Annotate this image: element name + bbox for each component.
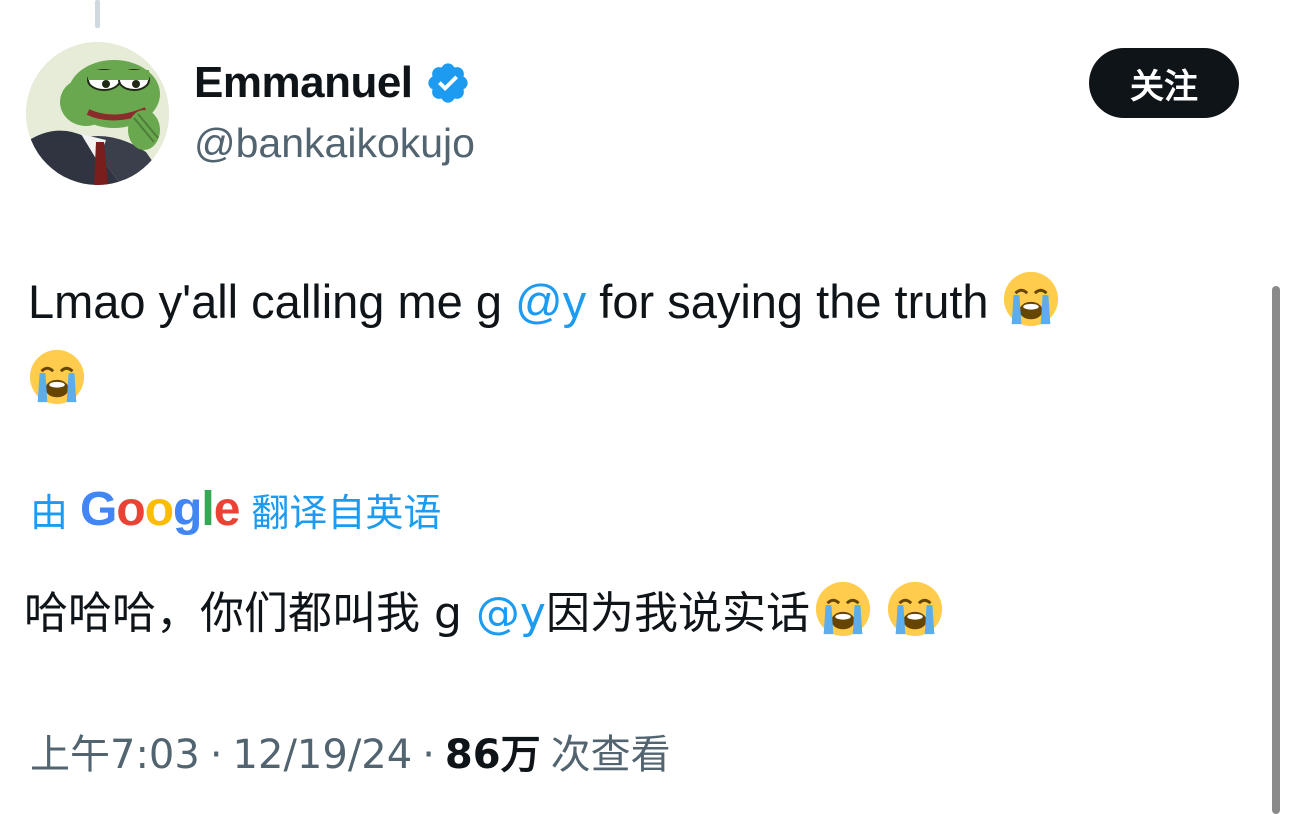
translated-tweet-text: 哈哈哈，你们都叫我 g @y因为我说实话 — [24, 580, 944, 658]
loudly-crying-face-emoji-icon — [1002, 270, 1060, 346]
loudly-crying-face-emoji-icon — [814, 580, 872, 658]
translated-text-part: 因为我说实话 — [545, 588, 810, 639]
scrollbar[interactable] — [1272, 286, 1280, 814]
tweet-text: Lmao y'all calling me g @y for saying th… — [28, 268, 1228, 424]
translated-text-part: 哈哈哈，你们都叫我 g — [24, 588, 476, 639]
pepe-frog-avatar-icon — [26, 42, 169, 185]
author-name-row: Emmanuel — [194, 58, 471, 108]
user-handle[interactable]: @bankaikokujo — [194, 120, 475, 167]
meta-separator: · — [209, 732, 223, 778]
google-logo-icon: Google — [80, 483, 240, 536]
views-label: 次查看 — [550, 732, 671, 778]
verified-badge-icon[interactable] — [425, 60, 471, 106]
tweet-time[interactable]: 上午7:03 — [30, 722, 200, 780]
loudly-crying-face-emoji-icon — [28, 348, 86, 424]
thread-connector-line — [95, 0, 100, 28]
tweet-text-part: Lmao y'all calling me g — [28, 275, 516, 328]
tweet-meta: 上午7:03 · 12/19/24 · 86万 次查看 — [30, 722, 671, 780]
loudly-crying-face-emoji-icon — [886, 580, 944, 658]
avatar[interactable] — [26, 42, 169, 185]
tweet-date[interactable]: 12/19/24 — [233, 732, 413, 778]
views-count[interactable]: 86万 — [445, 722, 541, 780]
display-name[interactable]: Emmanuel — [194, 58, 413, 108]
follow-button[interactable]: 关注 — [1089, 48, 1239, 118]
meta-separator: · — [422, 732, 435, 778]
mention-link[interactable]: @y — [476, 588, 546, 639]
translation-suffix: 翻译自英语 — [251, 491, 442, 535]
tweet-text-part: for saying the truth — [586, 275, 1002, 328]
translation-attribution[interactable]: 由 Google 翻译自英语 — [30, 482, 441, 537]
translation-prefix: 由 — [30, 491, 69, 535]
mention-link[interactable]: @y — [515, 275, 586, 328]
